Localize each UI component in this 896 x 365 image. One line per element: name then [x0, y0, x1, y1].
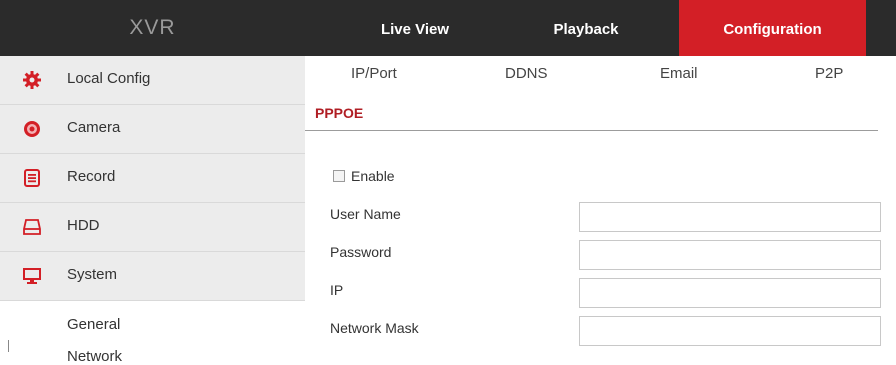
tab-divider	[305, 130, 878, 131]
text-cursor	[8, 340, 9, 352]
checkbox-box[interactable]	[333, 170, 345, 182]
sidebar-item-label: Local Config	[67, 70, 151, 87]
nav-tab-live-view[interactable]: Live View	[360, 0, 470, 56]
nav-tab-playback[interactable]: Playback	[531, 0, 641, 56]
sidebar-item-record[interactable]: Record	[0, 154, 305, 203]
sidebar-subitem-general[interactable]: General	[67, 316, 120, 333]
subtab-p2p[interactable]: P2P	[815, 65, 843, 82]
password-label: Password	[330, 244, 392, 260]
password-input[interactable]	[579, 240, 881, 270]
subtab-ip-port[interactable]: IP/Port	[351, 65, 397, 82]
user-name-input[interactable]	[579, 202, 881, 232]
top-nav-bar: XVR Live View Playback Configuration	[0, 0, 896, 56]
gear-icon	[23, 71, 41, 89]
sidebar-item-camera[interactable]: Camera	[0, 105, 305, 154]
nav-tab-configuration[interactable]: Configuration	[679, 0, 866, 56]
network-mask-input[interactable]	[579, 316, 881, 346]
brand-logo: XVR	[129, 16, 176, 39]
camera-icon	[24, 121, 40, 137]
ip-label: IP	[330, 282, 344, 298]
sidebar-item-label: Record	[67, 168, 116, 185]
sidebar-subitem-network[interactable]: Network	[67, 348, 122, 365]
subtab-ddns[interactable]: DDNS	[505, 65, 548, 82]
enable-label: Enable	[351, 168, 395, 184]
hdd-icon	[23, 219, 41, 235]
sidebar: Local Config Camera Record HDD System Ge…	[0, 56, 305, 365]
user-name-label: User Name	[330, 206, 401, 222]
sidebar-item-label: HDD	[67, 217, 100, 234]
sidebar-item-hdd[interactable]: HDD	[0, 203, 305, 252]
sidebar-item-label: Camera	[67, 119, 121, 136]
ip-input[interactable]	[579, 278, 881, 308]
record-icon	[24, 169, 40, 187]
sidebar-item-label: System	[67, 266, 118, 283]
network-mask-label: Network Mask	[330, 320, 419, 336]
subtab-pppoe[interactable]: PPPOE	[315, 105, 363, 121]
monitor-icon	[23, 268, 41, 284]
network-subtabs: IP/Port DDNS Email P2P	[305, 56, 896, 96]
subtab-email[interactable]: Email	[660, 65, 698, 82]
sidebar-item-system[interactable]: System	[0, 252, 305, 301]
sidebar-item-local-config[interactable]: Local Config	[0, 56, 305, 105]
